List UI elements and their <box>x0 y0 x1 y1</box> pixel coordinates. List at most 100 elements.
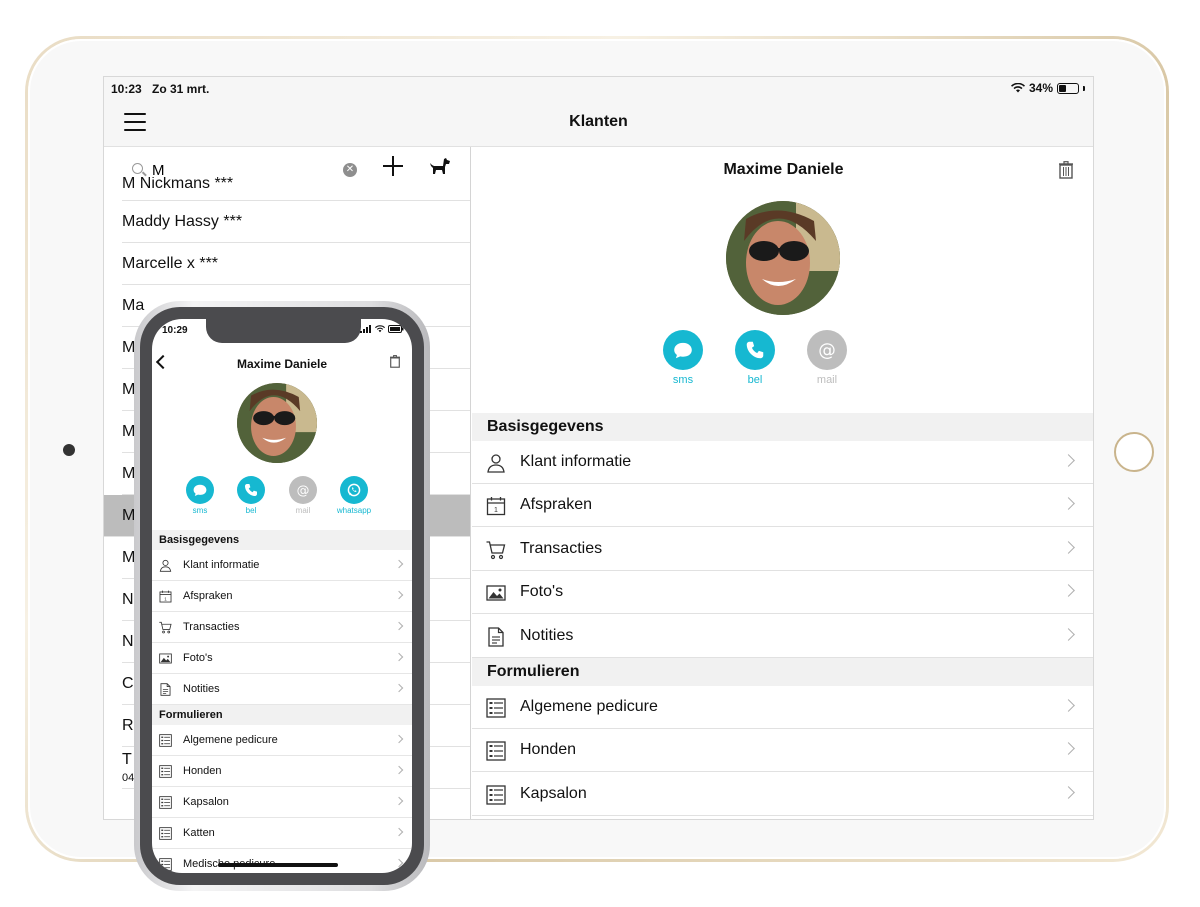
clear-search-icon[interactable]: ✕ <box>343 163 357 177</box>
chevron-right-icon <box>394 858 404 868</box>
chat-icon <box>186 476 214 504</box>
detail-row-label: Afspraken <box>520 496 593 514</box>
sms-action-button[interactable]: sms <box>653 330 713 386</box>
status-bar: 10:23 Zo 31 mrt. 34% <box>104 77 1093 99</box>
iphone-page-title: Maxime Daniele <box>236 357 328 371</box>
svg-text:1: 1 <box>164 596 167 601</box>
form-icon <box>159 858 172 871</box>
bel-action-button[interactable]: bel <box>229 476 273 515</box>
chevron-right-icon <box>394 765 404 775</box>
client-list-item[interactable]: Marcelle x *** <box>122 243 470 285</box>
detail-row-katten[interactable]: Katten <box>152 818 412 849</box>
client-list-item-name: Maddy Hassy *** <box>122 213 243 230</box>
detail-row-afspraken[interactable]: 1 Afspraken <box>152 581 412 612</box>
detail-row-klant-informatie[interactable]: Klant informatie <box>152 550 412 581</box>
iphone-notch <box>206 319 361 343</box>
battery-percent: 34% <box>1028 81 1053 95</box>
action-label: whatsapp <box>336 506 372 515</box>
battery-tip <box>1083 85 1085 91</box>
whatsapp-action-button[interactable]: whatsapp <box>332 476 376 515</box>
client-avatar <box>726 201 840 315</box>
form-icon <box>486 785 506 805</box>
form-icon <box>159 734 172 747</box>
detail-row-medische-pedicure[interactable]: Medische pedicure <box>152 849 412 873</box>
chevron-right-icon <box>394 590 404 600</box>
trash-icon[interactable] <box>390 355 400 368</box>
client-detail-panel: Maxime Daniele sms bel @ mail Basisgegev… <box>472 147 1093 819</box>
search-icon <box>132 163 143 174</box>
status-date: Zo 31 mrt. <box>152 82 210 96</box>
chevron-right-icon <box>1062 454 1075 467</box>
calendar-icon: 1 <box>159 590 172 603</box>
detail-row-transacties[interactable]: Transacties <box>472 528 1093 571</box>
detail-row-transacties[interactable]: Transacties <box>152 612 412 643</box>
status-time: 10:23 <box>111 82 142 96</box>
client-list-item[interactable]: Maddy Hassy *** <box>122 201 470 243</box>
ipad-home-button[interactable] <box>1114 432 1154 472</box>
status-right: 34% <box>1010 81 1085 95</box>
mail-action-button[interactable]: @ mail <box>797 330 857 386</box>
detail-row-honden[interactable]: Honden <box>472 729 1093 773</box>
section-header-formulieren: Formulieren <box>472 658 1093 686</box>
form-icon <box>159 827 172 840</box>
add-client-button[interactable] <box>382 155 404 177</box>
detail-row-notities[interactable]: Notities <box>472 615 1093 658</box>
battery-icon <box>1057 82 1079 94</box>
chevron-right-icon <box>394 621 404 631</box>
chevron-right-icon <box>1062 627 1075 641</box>
chevron-right-icon <box>394 559 404 569</box>
detail-row-label: Kapsalon <box>520 784 587 802</box>
chevron-right-icon <box>1062 540 1075 554</box>
detail-row-label: Afspraken <box>183 590 233 602</box>
client-list-item-name: T <box>122 751 132 768</box>
phone-icon <box>735 330 775 370</box>
chevron-right-icon <box>1062 584 1075 598</box>
detail-row-label: Katten <box>183 827 215 839</box>
at-icon: @ <box>289 476 317 504</box>
section-header-basisgegevens: Basisgegevens <box>152 530 412 550</box>
detail-row-foto-s[interactable]: Foto's <box>472 571 1093 615</box>
detail-row-kapsalon[interactable]: Kapsalon <box>472 773 1093 816</box>
chevron-right-icon <box>1062 785 1075 799</box>
detail-row-label: Honden <box>520 741 577 759</box>
battery-icon <box>388 325 404 333</box>
sms-action-button[interactable]: sms <box>178 476 222 515</box>
form-icon <box>159 796 172 809</box>
chevron-right-icon <box>394 827 404 837</box>
note-icon <box>486 626 506 647</box>
phone-icon <box>237 476 265 504</box>
client-list-item-name: Ma <box>122 297 145 314</box>
chevron-right-icon <box>1062 497 1075 511</box>
mail-action-button[interactable]: @ mail <box>281 476 325 515</box>
trash-icon[interactable] <box>1059 161 1073 179</box>
action-label: bel <box>747 374 763 386</box>
client-list-item-name: N <box>122 633 134 650</box>
action-label: mail <box>816 374 838 386</box>
dog-icon[interactable] <box>429 157 451 177</box>
iphone-status-time: 10:29 <box>162 325 188 336</box>
bel-action-button[interactable]: bel <box>725 330 785 386</box>
detail-row-algemene-pedicure[interactable]: Algemene pedicure <box>152 725 412 756</box>
navigation-bar: Klanten <box>104 99 1093 147</box>
wifi-icon <box>1010 83 1025 93</box>
calendar-icon: 1 <box>486 496 506 516</box>
detail-row-klant-informatie[interactable]: Klant informatie <box>472 441 1093 484</box>
detail-row-afspraken[interactable]: 1 Afspraken <box>472 484 1093 528</box>
user-icon <box>486 453 506 473</box>
at-icon: @ <box>807 330 847 370</box>
iphone-status-icons <box>360 325 404 333</box>
chat-icon <box>663 330 703 370</box>
detail-row-label: Kapsalon <box>183 796 229 808</box>
detail-row-foto-s[interactable]: Foto's <box>152 643 412 674</box>
detail-row-notities[interactable]: Notities <box>152 674 412 705</box>
iphone-frame: 10:29 Maxime Daniele sms bel @ mail what… <box>134 301 430 891</box>
detail-row-honden[interactable]: Honden <box>152 756 412 787</box>
detail-row-algemene-pedicure[interactable]: Algemene pedicure <box>472 686 1093 729</box>
iphone-bezel: 10:29 Maxime Daniele sms bel @ mail what… <box>140 307 424 885</box>
page-title: Klanten <box>569 113 628 130</box>
detail-row-label: Algemene pedicure <box>520 698 658 715</box>
client-list-item-name: N <box>122 591 134 608</box>
client-list-item[interactable]: M Nickmans *** <box>122 177 470 201</box>
photo-icon <box>159 652 172 665</box>
detail-row-kapsalon[interactable]: Kapsalon <box>152 787 412 818</box>
